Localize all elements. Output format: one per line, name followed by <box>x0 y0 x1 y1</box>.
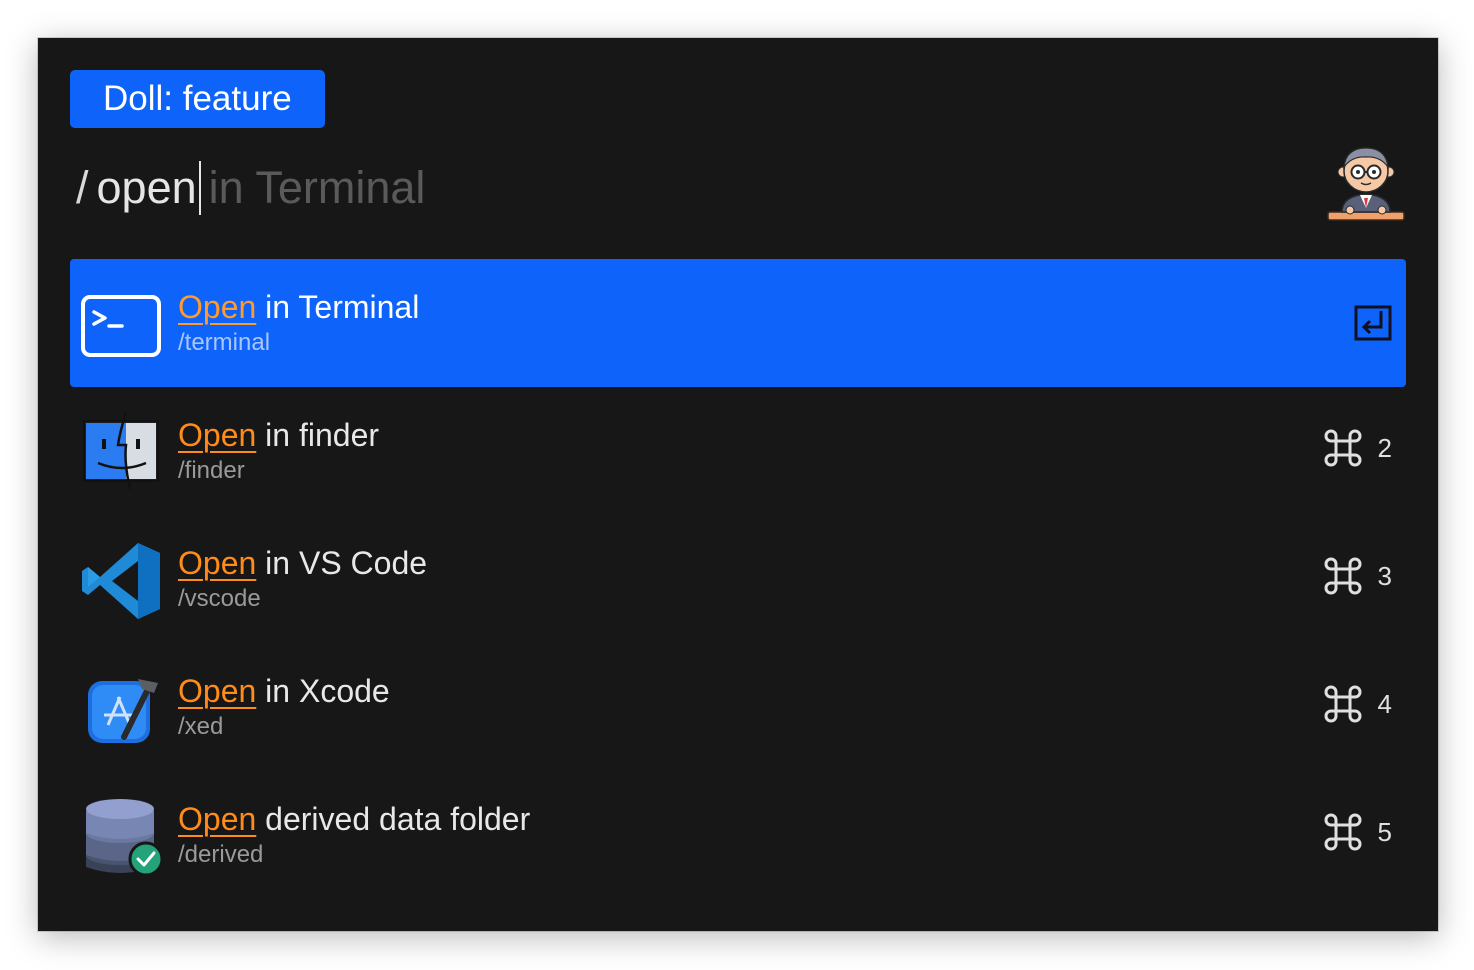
launcher-window: Doll: feature / open in Terminal Open in… <box>38 38 1438 931</box>
result-item-vscode[interactable]: Open in VS Code /vscode 3 <box>70 515 1406 643</box>
result-item-xcode[interactable]: Open in Xcode /xed 4 <box>70 643 1406 771</box>
result-command: /derived <box>178 841 264 868</box>
text-caret <box>198 161 201 215</box>
result-title-rest: in finder <box>256 417 380 453</box>
result-title: Open in Terminal <box>178 289 419 326</box>
command-prefix: / <box>76 162 89 213</box>
xcode-icon <box>80 667 164 751</box>
shortcut-hint: 4 <box>1322 683 1392 725</box>
command-icon <box>1324 429 1361 467</box>
terminal-icon <box>80 283 164 367</box>
database-icon <box>80 795 164 879</box>
result-command: /xed <box>178 713 224 740</box>
shortcut-hint: 2 <box>1322 427 1392 469</box>
result-title-rest: derived data folder <box>256 801 531 837</box>
search-typed-text: open <box>96 162 197 213</box>
match-highlight: Open <box>178 801 257 837</box>
match-highlight: Open <box>178 289 257 325</box>
result-title-rest: in Terminal <box>256 289 420 325</box>
match-highlight: Open <box>178 673 257 709</box>
search-autocomplete-suggestion: in Terminal <box>208 162 426 213</box>
shortcut-hint: 5 <box>1322 811 1392 853</box>
result-item-finder[interactable]: Open in finder /finder 2 <box>70 387 1406 515</box>
vscode-icon <box>80 539 164 623</box>
shortcut-key: 4 <box>1377 688 1392 719</box>
result-command: /terminal <box>178 329 271 356</box>
search-input[interactable]: / open in Terminal <box>76 156 425 220</box>
doll-avatar-icon[interactable] <box>1324 142 1408 230</box>
result-item-derived[interactable]: Open derived data folder /derived 5 <box>70 771 1406 899</box>
shortcut-key: 3 <box>1377 560 1392 591</box>
command-icon <box>1324 685 1361 723</box>
shortcut-key: 2 <box>1377 432 1392 463</box>
result-title: Open in VS Code <box>178 545 427 582</box>
match-highlight: Open <box>178 417 257 453</box>
result-command: /finder <box>178 457 245 484</box>
command-icon <box>1324 813 1361 851</box>
enter-icon <box>1354 305 1392 346</box>
doll-feature-badge: Doll: feature <box>70 70 325 128</box>
results-list: Open in Terminal /terminal Open in finde… <box>70 259 1406 899</box>
result-title: Open in finder <box>178 417 379 454</box>
finder-icon <box>80 411 164 495</box>
match-highlight: Open <box>178 545 257 581</box>
result-title: Open in Xcode <box>178 673 390 710</box>
command-icon <box>1324 557 1361 595</box>
result-command: /vscode <box>178 585 261 612</box>
result-item-terminal[interactable]: Open in Terminal /terminal <box>70 259 1406 387</box>
shortcut-hint: 3 <box>1322 555 1392 597</box>
result-title: Open derived data folder <box>178 801 530 838</box>
result-title-rest: in VS Code <box>256 545 428 581</box>
shortcut-key: 5 <box>1377 816 1392 847</box>
result-title-rest: in Xcode <box>256 673 390 709</box>
